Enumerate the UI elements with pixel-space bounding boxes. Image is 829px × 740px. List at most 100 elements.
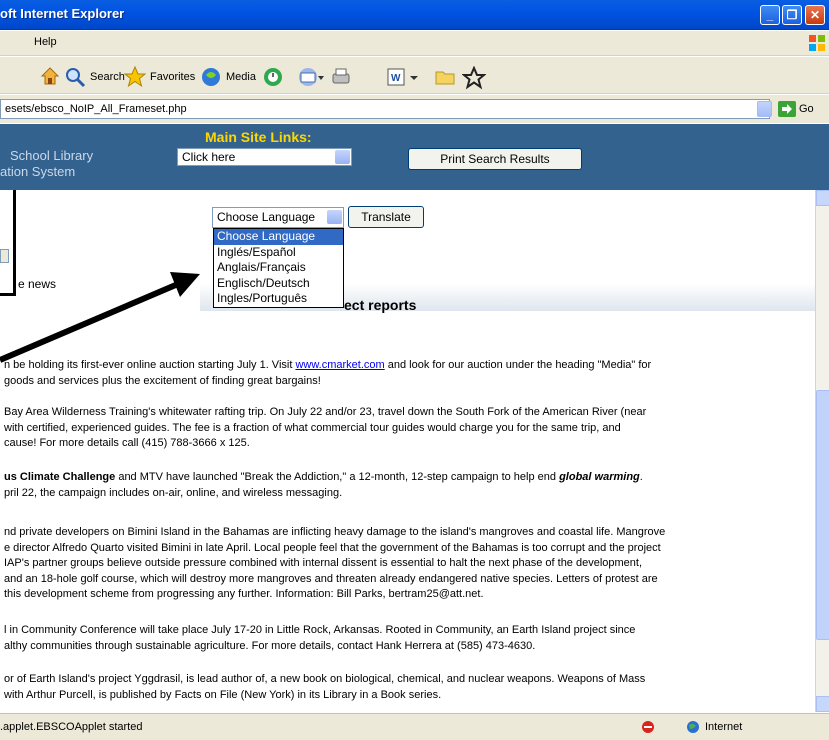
- menu-bar: Help: [0, 31, 829, 56]
- language-option[interactable]: Ingles/Português: [214, 291, 343, 307]
- zone-label: Internet: [705, 721, 743, 733]
- scroll-thumb[interactable]: [816, 390, 829, 640]
- language-select-value: Choose Language: [217, 210, 316, 224]
- history-icon: [264, 68, 282, 86]
- news-text: with certified, experienced guides. The …: [4, 421, 621, 434]
- print-search-results-button[interactable]: Print Search Results: [408, 148, 582, 170]
- close-button[interactable]: ✕: [805, 5, 825, 25]
- news-text: .: [639, 471, 643, 483]
- news-text: l in Community Conference will take plac…: [4, 624, 636, 636]
- status-text: .applet.EBSCOApplet started: [0, 721, 143, 733]
- site-name-line-2: ation System: [0, 164, 76, 179]
- site-name: School Library ation System: [0, 148, 93, 180]
- search-label: Search: [90, 71, 125, 83]
- news-text: nd private developers on Bimini Island i…: [4, 526, 666, 538]
- chevron-down-icon: [335, 150, 350, 164]
- favorites-label: Favorites: [150, 71, 196, 83]
- minimize-button[interactable]: _: [760, 5, 780, 25]
- left-frame-border: [0, 190, 16, 296]
- news-item: n be holding its first-ever online aucti…: [4, 358, 804, 389]
- security-zone: Internet: [686, 720, 742, 734]
- news-text: goods and services plus the excitement o…: [4, 374, 321, 387]
- windows-logo-icon: [809, 35, 825, 51]
- folder-icon: [435, 71, 455, 85]
- menu-help[interactable]: Help: [34, 36, 57, 48]
- news-item: Bay Area Wilderness Training's whitewate…: [4, 405, 804, 452]
- go-arrow-icon: [778, 101, 796, 117]
- print-toolbar-button[interactable]: [330, 66, 352, 88]
- scroll-up-button[interactable]: [816, 190, 829, 206]
- news-text: cause! For more details call (415) 788-3…: [4, 437, 250, 449]
- language-option[interactable]: Englisch/Deutsch: [214, 276, 343, 292]
- main-links-select-value: Click here: [182, 150, 236, 164]
- globe-icon: [687, 721, 699, 733]
- title-bar: oft Internet Explorer _ ❐ ✕: [0, 0, 829, 30]
- language-select[interactable]: Choose Language: [212, 207, 344, 228]
- news-link[interactable]: e news: [18, 277, 56, 291]
- edit-button[interactable]: W: [386, 66, 420, 88]
- home-icon: [40, 67, 60, 85]
- vertical-scrollbar[interactable]: [815, 190, 829, 712]
- folder-button[interactable]: [434, 66, 456, 88]
- star-icon: [124, 66, 146, 88]
- media-button[interactable]: Media: [200, 66, 256, 88]
- language-dropdown-list: Choose Language Inglés/Español Anglais/F…: [213, 228, 344, 308]
- address-input[interactable]: esets/ebsco_NoIP_All_Frameset.php: [0, 99, 770, 119]
- news-text-bold: us Climate Challenge: [4, 471, 116, 483]
- news-text-bold-italic: global warming: [559, 471, 640, 483]
- mail-icon: [299, 68, 324, 86]
- scroll-down-button[interactable]: [816, 696, 829, 712]
- window-title: oft Internet Explorer: [0, 6, 125, 21]
- toolbar: Search Favorites Media W: [0, 57, 829, 94]
- word-icon: W: [387, 68, 418, 86]
- news-item: us Climate Challenge and MTV have launch…: [4, 470, 804, 501]
- translate-button[interactable]: Translate: [348, 206, 424, 228]
- news-text: or of Earth Island's project Yggdrasil, …: [4, 673, 646, 685]
- section-title: ect reports: [344, 297, 417, 313]
- news-item: or of Earth Island's project Yggdrasil, …: [4, 672, 804, 703]
- left-frame-scroll-tab[interactable]: [0, 249, 9, 263]
- news-item: l in Community Conference will take plac…: [4, 623, 804, 654]
- media-label: Media: [226, 71, 256, 83]
- go-label: Go: [799, 103, 814, 115]
- content-frame: Choose Language Translate Choose Languag…: [0, 190, 815, 712]
- cmarket-link[interactable]: www.cmarket.com: [295, 359, 384, 371]
- media-icon: [202, 68, 220, 86]
- news-text: e director Alfredo Quarto visited Bimini…: [4, 541, 661, 554]
- messenger-icon: [462, 66, 486, 90]
- popup-blocked-icon: [642, 721, 654, 733]
- messenger-button[interactable]: [462, 66, 486, 90]
- news-item: nd private developers on Bimini Island i…: [4, 525, 804, 603]
- address-bar: esets/ebsco_NoIP_All_Frameset.php Go: [0, 95, 829, 123]
- svg-text:W: W: [391, 73, 401, 84]
- site-header: School Library ation System Main Site Li…: [0, 124, 829, 190]
- news-text: IAP's partner groups believe outside pre…: [4, 557, 643, 569]
- language-option[interactable]: Choose Language: [214, 229, 343, 245]
- news-text: n be holding its first-ever online aucti…: [4, 359, 296, 371]
- mail-button[interactable]: [298, 66, 324, 88]
- news-text: and an 18-hole golf course, which will d…: [4, 572, 658, 585]
- news-text: pril 22, the campaign includes on-air, o…: [4, 486, 343, 499]
- home-button[interactable]: [40, 66, 60, 86]
- status-bar: .applet.EBSCOApplet started Internet: [0, 713, 829, 740]
- news-text: althy communities through sustainable ag…: [4, 639, 536, 652]
- site-name-line-1: School Library: [10, 148, 94, 163]
- search-button[interactable]: Search: [64, 66, 125, 88]
- maximize-button[interactable]: ❐: [782, 5, 802, 25]
- printer-icon: [332, 68, 350, 84]
- language-option[interactable]: Inglés/Español: [214, 245, 343, 261]
- go-button[interactable]: Go: [778, 101, 814, 117]
- history-button[interactable]: [262, 66, 284, 88]
- search-icon: [66, 68, 86, 88]
- news-text: and MTV have launched "Break the Addicti…: [115, 471, 560, 483]
- chevron-down-icon: [327, 210, 342, 224]
- news-text: this development scheme from progressing…: [4, 588, 484, 600]
- language-option[interactable]: Anglais/Français: [214, 260, 343, 276]
- favorites-button[interactable]: Favorites: [124, 66, 195, 88]
- news-text: with Arthur Purcell, is published by Fac…: [4, 688, 442, 701]
- news-text: and look for our auction under the headi…: [384, 359, 652, 371]
- address-dropdown-button[interactable]: [757, 101, 772, 117]
- main-links-label: Main Site Links:: [205, 129, 312, 145]
- main-links-select[interactable]: Click here: [177, 148, 352, 166]
- news-text: Bay Area Wilderness Training's whitewate…: [4, 406, 647, 418]
